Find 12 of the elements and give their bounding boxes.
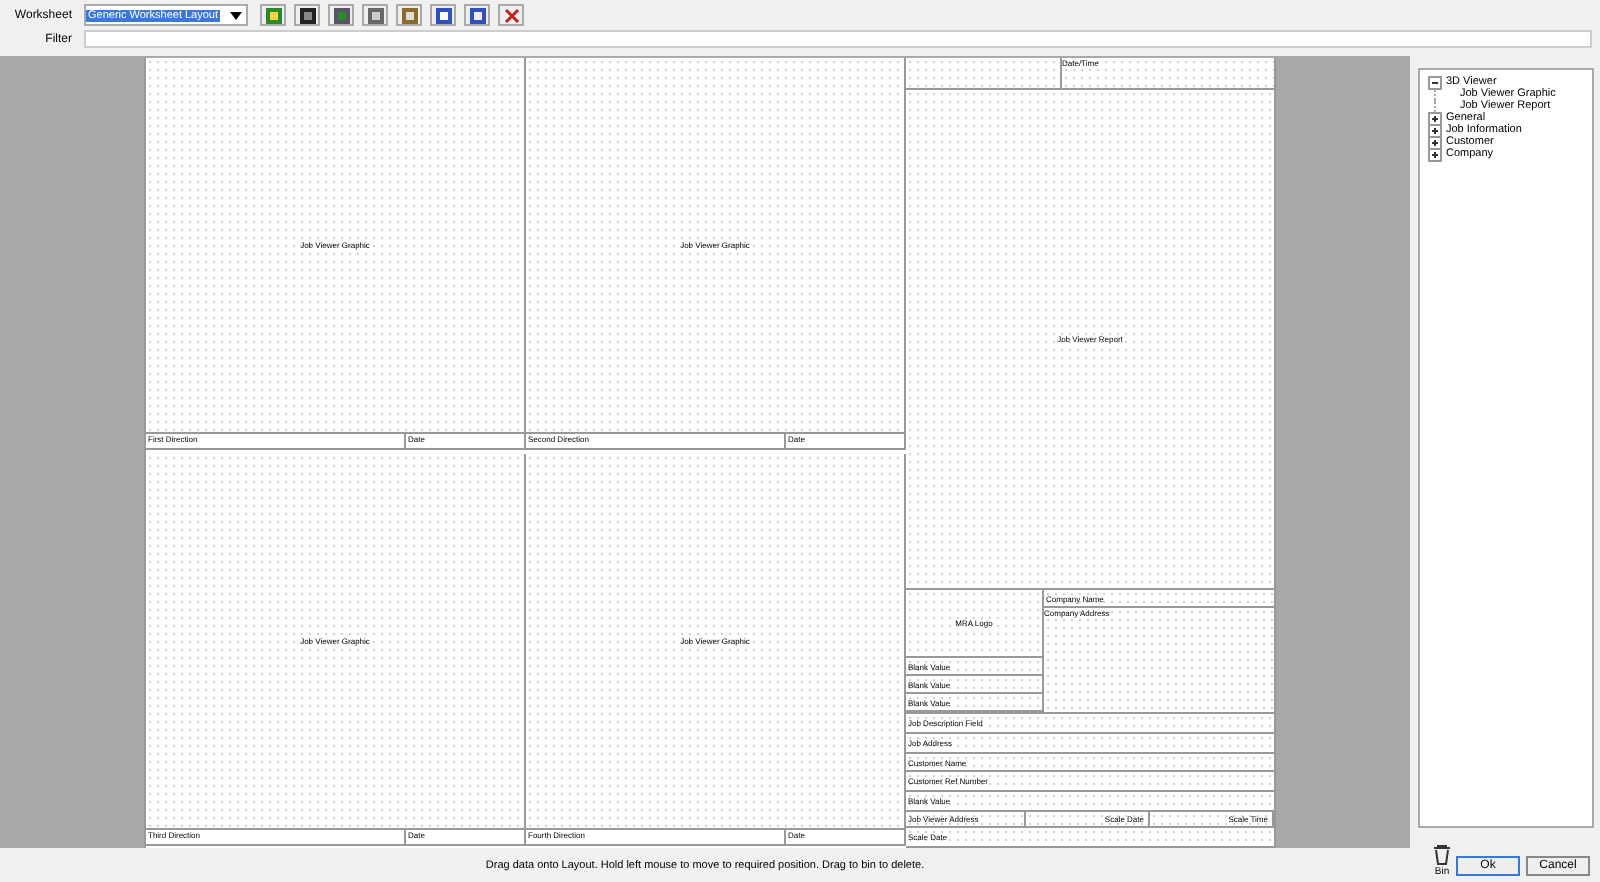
toolbar-button[interactable]	[328, 4, 354, 26]
toolbar-button[interactable]	[430, 4, 456, 26]
expand-icon[interactable]	[1428, 123, 1442, 137]
collapse-icon[interactable]	[1428, 75, 1442, 89]
expand-icon[interactable]	[1428, 147, 1442, 161]
toolbar-button[interactable]	[464, 4, 490, 26]
caret-icon	[230, 11, 242, 19]
expand-icon[interactable]	[1428, 135, 1442, 149]
toolbar-button[interactable]	[294, 4, 320, 26]
expand-icon[interactable]	[1428, 111, 1442, 125]
bin-icon[interactable]	[1432, 844, 1452, 866]
filter-field[interactable]	[84, 30, 1592, 48]
